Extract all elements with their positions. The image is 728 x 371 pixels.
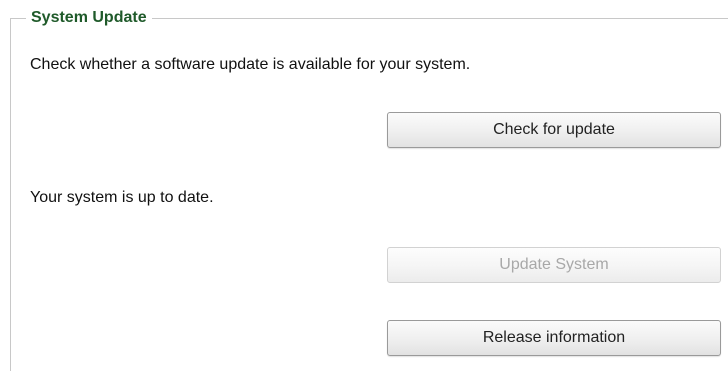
section-title: System Update xyxy=(26,8,152,28)
system-update-panel: System Update Check whether a software u… xyxy=(0,0,728,371)
groupbox-left-border xyxy=(10,18,11,371)
update-status-text: Your system is up to date. xyxy=(30,189,214,206)
check-for-update-button[interactable]: Check for update xyxy=(387,112,721,148)
release-information-button[interactable]: Release information xyxy=(387,320,721,356)
update-system-button: Update System xyxy=(387,247,721,283)
update-description: Check whether a software update is avail… xyxy=(30,56,471,73)
